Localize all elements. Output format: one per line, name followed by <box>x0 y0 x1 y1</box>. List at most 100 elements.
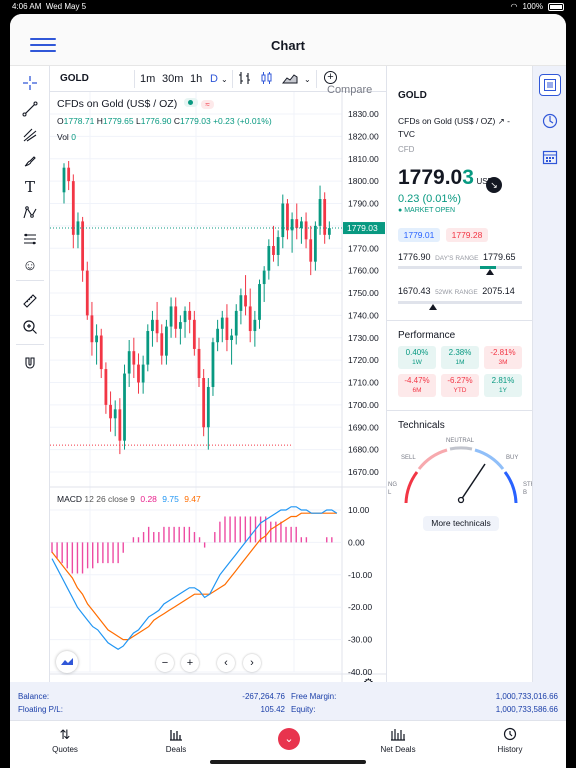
candle-body <box>239 295 243 311</box>
price-axis-label: 1680.00 <box>348 445 379 455</box>
status-time-date: 4:06 AM Wed May 5 <box>12 2 87 11</box>
candle-body <box>174 306 178 329</box>
ruler-icon[interactable] <box>19 290 41 312</box>
candle-body <box>155 319 159 334</box>
tab-quotes[interactable]: ⇅ Quotes <box>35 727 95 754</box>
free-margin-value: 1,000,733,016.66 <box>495 692 558 701</box>
magnet-icon[interactable] <box>19 352 41 374</box>
candle-body <box>281 203 285 238</box>
chevron-down-icon[interactable]: ⌄ <box>221 75 228 84</box>
candle-body <box>244 295 247 307</box>
macd-axis-label: 0.00 <box>348 537 365 547</box>
balance-value: -267,264.76 <box>242 692 285 701</box>
candle-body <box>197 348 201 379</box>
timeframe-d[interactable]: D <box>210 73 218 85</box>
candle-body <box>202 378 206 428</box>
calendar-icon[interactable] <box>539 146 561 168</box>
chart-style-chevron-icon[interactable]: ⌄ <box>304 75 311 84</box>
panel-pin-icon[interactable]: ↘ <box>486 177 502 193</box>
bars-chart-icon <box>146 727 206 745</box>
panel-symbol-name: CFDs on Gold (US$ / OZ) ↗ - <box>398 116 511 126</box>
bar-style-icon[interactable] <box>238 71 252 88</box>
floating-pl-value: 105.42 <box>260 705 285 714</box>
market-status: ● MARKET OPEN <box>398 207 456 214</box>
candle-body <box>99 335 103 370</box>
emoji-icon[interactable]: ☺ <box>19 254 41 276</box>
pattern-icon[interactable] <box>19 202 41 224</box>
candle-body <box>85 270 89 316</box>
chart-area[interactable]: 1830.001820.001810.001800.001790.001780.… <box>50 92 386 693</box>
panel-exchange: TVC <box>398 129 415 139</box>
brush-icon[interactable] <box>19 150 41 172</box>
candle-body <box>127 351 131 374</box>
timeframe-30m[interactable]: 30m <box>162 73 183 85</box>
price-axis-label: 1760.00 <box>348 266 379 276</box>
performance-ytd: -6.27% YTD <box>441 374 479 397</box>
macd-legend: MACD 12 26 close 9 0.28 9.75 9.47 <box>57 494 201 504</box>
candle-body <box>258 284 261 320</box>
market-open-dot-icon <box>184 98 199 107</box>
chart-legend-title: CFDs on Gold (US$ / OZ) ≈ <box>57 98 215 110</box>
price-axis-label: 1830.00 <box>348 109 379 119</box>
clock-alert-icon[interactable] <box>539 110 561 132</box>
candle-body <box>327 228 331 235</box>
trend-line-icon[interactable] <box>19 98 41 120</box>
chart-header: GOLD 1m 30m 1h D ⌄ ⌄ + Compare <box>50 66 386 96</box>
candle-body <box>253 319 257 332</box>
candle-body <box>290 219 294 231</box>
chart-symbol[interactable]: GOLD <box>60 73 89 84</box>
crosshair-icon[interactable] <box>19 72 41 94</box>
drawing-toolbar: T ☺ <box>10 66 50 682</box>
tradingview-logo-icon[interactable] <box>56 651 78 673</box>
gauge-neutral-label: NEUTRAL <box>446 438 475 444</box>
candle-body <box>192 319 196 349</box>
zoom-in-icon[interactable] <box>19 316 41 338</box>
ask-price[interactable]: 1779.28 <box>446 228 488 242</box>
zoom-in-button[interactable]: + <box>181 654 199 672</box>
candle-body <box>211 342 215 387</box>
candle-body <box>276 237 280 255</box>
candles-icon[interactable] <box>260 71 274 88</box>
candle-body <box>137 364 140 383</box>
candle-body <box>267 246 271 271</box>
fib-icon[interactable] <box>19 124 41 146</box>
candle-body <box>183 310 187 323</box>
price-axis-label: 1820.00 <box>348 131 379 141</box>
arrows-updown-icon: ⇅ <box>59 727 71 742</box>
price-chart[interactable]: 1830.001820.001810.001800.001790.001780.… <box>50 92 386 693</box>
tab-deals[interactable]: Deals <box>146 727 206 754</box>
app-window: Chart T ☺ GOLD 1m 30m 1h D ⌄ ⌄ + Compare… <box>10 14 566 768</box>
last-price-tag-label: 1779.03 <box>347 223 378 233</box>
candle-body <box>230 335 233 340</box>
measure-icon[interactable] <box>19 228 41 250</box>
scroll-left-button[interactable]: ‹ <box>217 654 235 672</box>
tab-net-deals[interactable]: Net Deals <box>368 727 428 754</box>
scroll-right-button[interactable]: › <box>243 654 261 672</box>
external-link-icon[interactable]: ↗ <box>498 116 505 126</box>
candle-body <box>220 317 224 329</box>
watchlist-icon[interactable] <box>539 74 561 96</box>
candle-body <box>188 310 192 320</box>
battery-icon <box>548 2 564 11</box>
equity-label: Equity: <box>291 705 316 714</box>
pattern-badge-icon: ≈ <box>201 100 215 109</box>
timeframe-1h[interactable]: 1h <box>190 73 202 85</box>
expand-tabs-button[interactable]: ⌄ <box>278 728 300 750</box>
price-axis-label: 1700.00 <box>348 400 379 410</box>
candle-body <box>141 364 145 383</box>
days-range: 1776.90 DAY'S RANGE 1779.65 <box>398 252 516 262</box>
panel-symbol: GOLD <box>398 90 427 101</box>
area-chart-icon[interactable] <box>281 71 298 88</box>
bid-price[interactable]: 1779.01 <box>398 228 440 242</box>
performance-6m: -4.47% 6M <box>398 374 436 397</box>
timeframe-1m[interactable]: 1m <box>140 73 155 85</box>
page-title: Chart <box>271 38 305 53</box>
tab-history[interactable]: History <box>480 727 540 754</box>
candle-body <box>262 270 266 285</box>
price-axis-label: 1730.00 <box>348 333 379 343</box>
macd-axis-label: -10.00 <box>348 570 372 580</box>
more-technicals-button[interactable]: More technicals <box>423 516 499 531</box>
text-icon[interactable]: T <box>19 176 41 198</box>
candle-body <box>286 203 289 231</box>
zoom-out-button[interactable]: − <box>156 654 174 672</box>
